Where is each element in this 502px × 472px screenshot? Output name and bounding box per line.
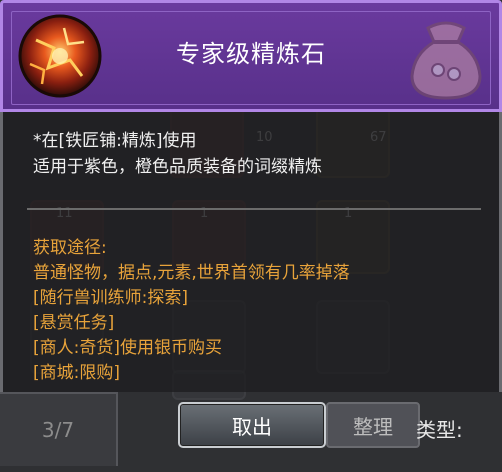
source-line: [随行兽训练师:探索] xyxy=(33,288,188,308)
source-line: 普通怪物，据点,元素,世界首领有几率掉落 xyxy=(33,263,350,283)
tooltip-body: *在[铁匠铺:精炼]使用 适用于紫色，橙色品质装备的词缀精炼 获取途径: 普通怪… xyxy=(0,112,502,392)
source-heading: 获取途径: xyxy=(33,238,107,258)
description-line: *在[铁匠铺:精炼]使用 xyxy=(33,131,197,151)
source-line: [商人:奇货]使用银币购买 xyxy=(33,338,222,358)
sort-button[interactable]: 整理 xyxy=(326,402,420,448)
item-description: *在[铁匠铺:精炼]使用 适用于紫色，橙色品质装备的词缀精炼 xyxy=(33,128,322,180)
description-line: 适用于紫色，橙色品质装备的词缀精炼 xyxy=(33,157,322,177)
source-line: [悬赏任务] xyxy=(33,313,115,333)
divider xyxy=(27,208,481,210)
take-out-button[interactable]: 取出 xyxy=(178,402,326,448)
type-filter-label: 类型: xyxy=(416,418,463,442)
acquisition-sources: 获取途径: 普通怪物，据点,元素,世界首领有几率掉落 [随行兽训练师:探索] [… xyxy=(33,236,350,386)
item-tooltip: 专家级精炼石 *在[铁匠铺:精炼]使用 适用于紫色，橙色品质装备的词缀精炼 获取… xyxy=(0,0,502,392)
pouch-icon xyxy=(410,21,482,100)
source-line: [商城:限购] xyxy=(33,363,120,383)
page-indicator: 3/7 xyxy=(0,392,118,466)
